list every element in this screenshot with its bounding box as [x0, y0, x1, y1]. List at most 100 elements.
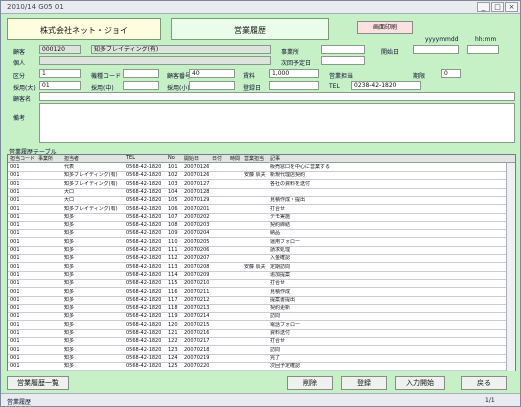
table-cell: 知多	[64, 363, 75, 370]
table-cell: 001	[10, 255, 20, 262]
table-cell: 114	[168, 271, 178, 278]
date-hint: yyyymmdd	[425, 36, 459, 43]
table-cell: 定期訪問	[270, 263, 291, 270]
table-cell: 20070210	[184, 280, 210, 287]
hire3-field[interactable]	[189, 81, 235, 90]
table-row[interactable]: 001 大口 0568-42-1820 105 20070129 見積作成・提出	[8, 197, 515, 206]
table-row[interactable]: 001 知多 0568-42-1820 123 20070218 訪問	[8, 347, 515, 355]
table-cell: 123	[168, 346, 178, 353]
start-time-field[interactable]	[467, 45, 499, 54]
cust-name-field[interactable]	[39, 92, 515, 101]
deadline-field[interactable]: 0	[441, 69, 461, 78]
back-button[interactable]: 戻る	[461, 376, 507, 390]
tel-field[interactable]: 0238-42-1820	[351, 81, 421, 90]
table-cell: 20070216	[184, 330, 210, 336]
hire-field[interactable]: 01	[39, 81, 81, 90]
table-row[interactable]: 001 知多 0568-42-1820 113 20070208 安藤 辰夫 定期訪問	[8, 264, 515, 272]
table-row[interactable]: 001 知多 0568-42-1820 122 20070217 打合せ	[8, 338, 515, 347]
table-cell: 20070128	[184, 188, 210, 195]
table-row[interactable]: 001 知多 0568-42-1820 120 20070215 電話フォロー	[8, 322, 515, 330]
table-cell: 知多	[64, 305, 75, 312]
table-cell: 知多	[64, 346, 75, 353]
hire2-field[interactable]	[123, 81, 159, 90]
table-cell: 追加提案	[270, 271, 291, 278]
table-cell: 打合せ	[270, 205, 286, 212]
cust-no-field[interactable]: 40	[189, 69, 235, 78]
table-cell: 121	[168, 330, 178, 336]
table-cell: 20070126	[184, 164, 210, 170]
table-cell: 122	[168, 338, 178, 345]
table-cell: 次回予定確認	[270, 363, 301, 370]
table-cell: 代表	[64, 164, 75, 170]
business-field[interactable]	[321, 45, 365, 54]
table-cell: 知多	[64, 213, 75, 220]
table-row[interactable]: 001 知多 0568-42-1820 116 20070211 見積作成	[8, 289, 515, 297]
list-button[interactable]: 営業履歴一覧	[7, 376, 69, 390]
table-cell: 001	[10, 296, 20, 303]
table-row[interactable]: 001 知多 0568-42-1820 107 20070202 デモ実施	[8, 214, 515, 222]
table-cell: 20070207	[184, 255, 210, 262]
table-cell: 0568-42-1820	[126, 330, 162, 336]
label-hire2: 採用(中)	[91, 85, 114, 92]
col-header: No	[168, 155, 175, 161]
maximize-icon[interactable]: □	[491, 2, 504, 12]
table-row[interactable]: 001 知多 0568-42-1820 125 20070220 次回予定確認	[8, 363, 515, 372]
category-field[interactable]: 1	[39, 69, 81, 78]
label-equipment: 機種コード	[91, 73, 122, 80]
table-row[interactable]: 001 知多 0568-42-1820 121 20070216 資料送付	[8, 330, 515, 339]
table-cell: 20070213	[184, 305, 210, 312]
table-cell: 0568-42-1820	[126, 263, 162, 270]
table-row[interactable]: 001 知多 0568-42-1820 119 20070214 訪問	[8, 313, 515, 322]
table-cell: 20070203	[184, 222, 210, 229]
equipment-field[interactable]	[123, 69, 159, 78]
table-cell: 101	[168, 164, 178, 170]
customer-code-field[interactable]: 000120	[39, 45, 81, 54]
table-scrollbar[interactable]	[506, 163, 515, 371]
table-cell: 0568-42-1820	[126, 346, 162, 353]
table-row[interactable]: 001 知多 0568-42-1820 118 20070213 契約更新	[8, 305, 515, 314]
print-button[interactable]: 画面印刷	[357, 21, 413, 34]
table-row[interactable]: 001 知多 0568-42-1820 115 20070210 打合せ	[8, 280, 515, 289]
window-title: 2010/14 G05 01	[7, 3, 64, 11]
table-cell: 0568-42-1820	[126, 305, 162, 312]
table-cell: 知多ブレイディング(有)	[64, 172, 118, 179]
table-row[interactable]: 001 知多 0568-42-1820 117 20070212 提案書提出	[8, 297, 515, 305]
delete-button[interactable]: 削除	[287, 376, 333, 390]
label-register: 登録日	[243, 85, 262, 92]
minimize-icon[interactable]: _	[477, 2, 490, 12]
table-row[interactable]: 001 知多 0568-42-1820 124 20070219 完了	[8, 355, 515, 363]
table-cell: 知多	[64, 280, 75, 287]
register-button[interactable]: 登録	[341, 376, 387, 390]
start-date-field[interactable]	[413, 45, 459, 54]
table-cell: 001	[10, 205, 20, 212]
table-cell: 新規代理店契約	[270, 172, 306, 179]
customer-name-field[interactable]: 知多ブレイディング(有)	[91, 45, 271, 54]
next-field[interactable]	[321, 56, 365, 65]
input-start-button[interactable]: 入力開始	[395, 376, 445, 390]
close-icon[interactable]: ×	[505, 2, 518, 12]
person-field[interactable]	[39, 56, 271, 65]
table-row[interactable]: 001 知多 0568-42-1820 108 20070203 契約締結	[8, 222, 515, 231]
table-row[interactable]: 001 知多 0568-42-1820 112 20070207 入金確認	[8, 255, 515, 264]
table-row[interactable]: 001 知多ブレイディング(有) 0568-42-1820 106 20070201 打合…	[8, 206, 515, 214]
table-row[interactable]: 001 知多 0568-42-1820 109 20070204 納品	[8, 230, 515, 239]
label-business: 事業所	[281, 49, 300, 56]
col-header: TEL	[126, 155, 135, 161]
table-row[interactable]: 001 大口 0568-42-1820 104 20070128	[8, 189, 515, 197]
table-row[interactable]: 001 知多ブレイディング(有) 0568-42-1820 102 20070126 安藤…	[8, 172, 515, 181]
table-row[interactable]: 001 代表 0568-42-1820 101 20070126 販売窓口を中心に営業する	[8, 164, 515, 173]
table-cell: 104	[168, 188, 178, 195]
memo-field[interactable]	[39, 103, 515, 143]
table-cell: 112	[168, 255, 178, 262]
table-row[interactable]: 001 知多 0568-42-1820 111 20070206 請求処理	[8, 247, 515, 256]
table-cell: 111	[168, 247, 178, 253]
table-cell: 0568-42-1820	[126, 247, 162, 253]
table-cell: 118	[168, 305, 178, 312]
table-row[interactable]: 001 知多 0568-42-1820 110 20070205 運用フォロー	[8, 239, 515, 247]
rent-field[interactable]: 1,000	[269, 69, 319, 78]
register-field[interactable]	[269, 81, 319, 90]
table-row[interactable]: 001 知多ブレイディング(有) 0568-42-1820 103 20070127 各社…	[8, 181, 515, 189]
table-cell: 契約締結	[270, 222, 291, 229]
table-row[interactable]: 001 知多 0568-42-1820 114 20070209 追加提案	[8, 272, 515, 280]
table-cell: 0568-42-1820	[126, 313, 162, 320]
